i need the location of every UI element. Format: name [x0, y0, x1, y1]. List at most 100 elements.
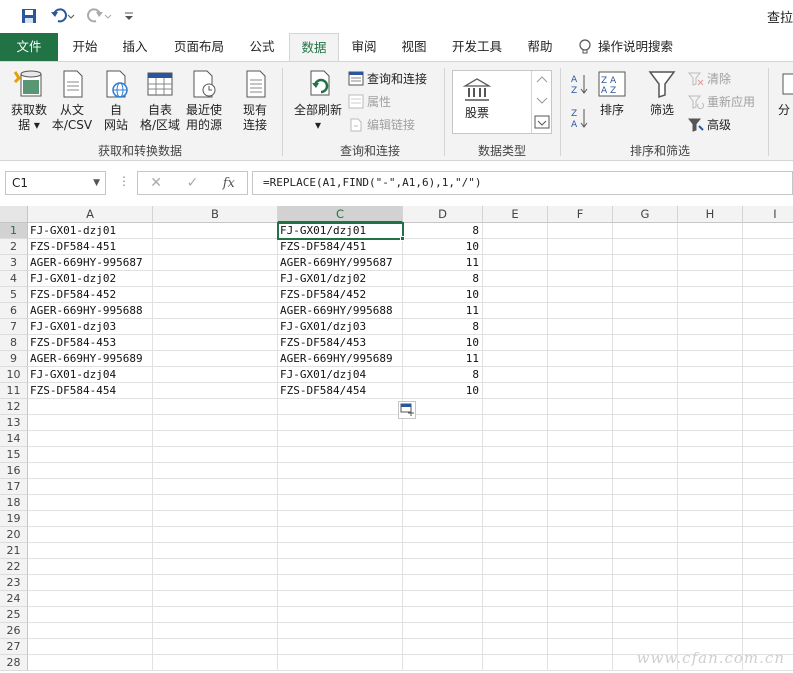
get-data-button[interactable]: 获取数 据 ▾: [4, 68, 54, 133]
cell-d3[interactable]: 11: [403, 255, 483, 271]
cell-i16[interactable]: [743, 463, 793, 479]
cell-f9[interactable]: [548, 351, 613, 367]
cell-c14[interactable]: [278, 431, 403, 447]
cell-c21[interactable]: [278, 543, 403, 559]
cell-i11[interactable]: [743, 383, 793, 399]
cell-f16[interactable]: [548, 463, 613, 479]
column-header-f[interactable]: F: [548, 206, 613, 223]
cell-h24[interactable]: [678, 591, 743, 607]
cell-d1[interactable]: 8: [403, 223, 483, 239]
cell-h12[interactable]: [678, 399, 743, 415]
tab-home[interactable]: 开始: [62, 33, 108, 61]
cell-a28[interactable]: [28, 655, 153, 671]
text-to-columns-button-partial[interactable]: 分: [778, 68, 793, 118]
cell-g5[interactable]: [613, 287, 678, 303]
cell-a15[interactable]: [28, 447, 153, 463]
cell-b23[interactable]: [153, 575, 278, 591]
clear-filter-button[interactable]: 清除: [688, 70, 731, 87]
cell-b12[interactable]: [153, 399, 278, 415]
cell-e25[interactable]: [483, 607, 548, 623]
cell-d2[interactable]: 10: [403, 239, 483, 255]
cell-d17[interactable]: [403, 479, 483, 495]
cell-c19[interactable]: [278, 511, 403, 527]
cell-h14[interactable]: [678, 431, 743, 447]
cell-f28[interactable]: [548, 655, 613, 671]
cell-h22[interactable]: [678, 559, 743, 575]
cell-g2[interactable]: [613, 239, 678, 255]
cell-c1[interactable]: FJ-GX01/dzj01: [278, 223, 403, 239]
cell-d16[interactable]: [403, 463, 483, 479]
cell-g3[interactable]: [613, 255, 678, 271]
cell-a4[interactable]: FJ-GX01-dzj02: [28, 271, 153, 287]
row-header[interactable]: 11: [0, 383, 28, 399]
cell-a7[interactable]: FJ-GX01-dzj03: [28, 319, 153, 335]
cell-b22[interactable]: [153, 559, 278, 575]
cell-f25[interactable]: [548, 607, 613, 623]
cell-d22[interactable]: [403, 559, 483, 575]
cell-f5[interactable]: [548, 287, 613, 303]
cell-h21[interactable]: [678, 543, 743, 559]
gallery-scroll[interactable]: [531, 71, 551, 133]
chevron-down-icon[interactable]: ▼: [93, 172, 100, 194]
existing-connections-button[interactable]: 现有 连接: [236, 68, 274, 133]
enter-icon[interactable]: ✓: [174, 175, 210, 191]
row-header[interactable]: 25: [0, 607, 28, 623]
row-header[interactable]: 10: [0, 367, 28, 383]
cell-d28[interactable]: [403, 655, 483, 671]
cell-c26[interactable]: [278, 623, 403, 639]
recent-sources-button[interactable]: 最近使 用的源: [182, 68, 226, 133]
name-box[interactable]: C1 ▼: [5, 171, 106, 195]
cell-c7[interactable]: FJ-GX01/dzj03: [278, 319, 403, 335]
cell-g12[interactable]: [613, 399, 678, 415]
cell-i13[interactable]: [743, 415, 793, 431]
cell-b14[interactable]: [153, 431, 278, 447]
cell-e12[interactable]: [483, 399, 548, 415]
row-header[interactable]: 24: [0, 591, 28, 607]
cell-a26[interactable]: [28, 623, 153, 639]
cell-h7[interactable]: [678, 319, 743, 335]
cell-g21[interactable]: [613, 543, 678, 559]
row-header[interactable]: 2: [0, 239, 28, 255]
cell-f15[interactable]: [548, 447, 613, 463]
cell-a2[interactable]: FZS-DF584-451: [28, 239, 153, 255]
cell-g19[interactable]: [613, 511, 678, 527]
cell-e15[interactable]: [483, 447, 548, 463]
cell-a3[interactable]: AGER-669HY-995687: [28, 255, 153, 271]
cell-g23[interactable]: [613, 575, 678, 591]
cell-f19[interactable]: [548, 511, 613, 527]
cell-h8[interactable]: [678, 335, 743, 351]
cell-f26[interactable]: [548, 623, 613, 639]
cell-d6[interactable]: 11: [403, 303, 483, 319]
tab-data[interactable]: 数据: [289, 33, 339, 62]
row-header[interactable]: 16: [0, 463, 28, 479]
column-header-a[interactable]: A: [28, 206, 153, 223]
cell-h25[interactable]: [678, 607, 743, 623]
cell-b21[interactable]: [153, 543, 278, 559]
cell-a14[interactable]: [28, 431, 153, 447]
from-table-range-button[interactable]: 自表 格/区域: [138, 68, 182, 133]
cell-d7[interactable]: 8: [403, 319, 483, 335]
sort-za-button[interactable]: ZA: [570, 106, 590, 133]
cell-h6[interactable]: [678, 303, 743, 319]
row-header[interactable]: 3: [0, 255, 28, 271]
cell-i19[interactable]: [743, 511, 793, 527]
cell-h17[interactable]: [678, 479, 743, 495]
cell-d27[interactable]: [403, 639, 483, 655]
cell-f2[interactable]: [548, 239, 613, 255]
cell-a11[interactable]: FZS-DF584-454: [28, 383, 153, 399]
cell-a21[interactable]: [28, 543, 153, 559]
cell-c28[interactable]: [278, 655, 403, 671]
cell-c24[interactable]: [278, 591, 403, 607]
column-header-i[interactable]: I: [743, 206, 793, 223]
tab-review[interactable]: 审阅: [344, 33, 384, 61]
save-icon[interactable]: [18, 6, 40, 26]
row-header[interactable]: 9: [0, 351, 28, 367]
row-header[interactable]: 22: [0, 559, 28, 575]
cell-d25[interactable]: [403, 607, 483, 623]
cell-b5[interactable]: [153, 287, 278, 303]
row-header[interactable]: 6: [0, 303, 28, 319]
cell-b9[interactable]: [153, 351, 278, 367]
cell-e9[interactable]: [483, 351, 548, 367]
cell-f12[interactable]: [548, 399, 613, 415]
cell-f27[interactable]: [548, 639, 613, 655]
